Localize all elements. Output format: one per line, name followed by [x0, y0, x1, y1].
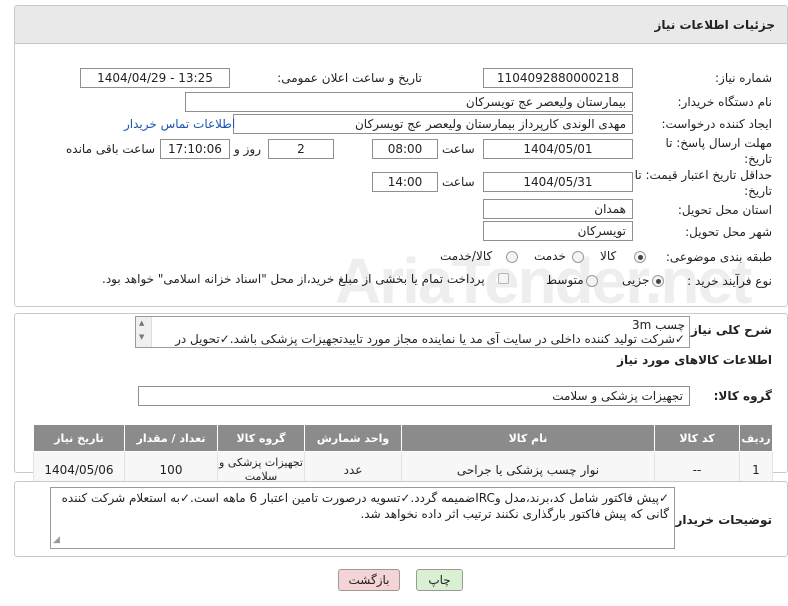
- goods-info-title: اطلاعات کالاهای مورد نیاز: [617, 353, 772, 367]
- print-button[interactable]: چاپ: [416, 569, 463, 591]
- requester-field: مهدی الوندی کارپرداز بیمارستان ولیعصر عج…: [233, 114, 633, 134]
- scroll-down-icon[interactable]: ▼: [139, 333, 144, 341]
- description-textarea[interactable]: ▲ ▼ چسب 3m ✓شرکت تولید کننده داخلی در سا…: [135, 316, 690, 348]
- description-label: شرح کلی نیاز:: [686, 323, 772, 337]
- requester-label: ایجاد کننده درخواست:: [661, 117, 772, 131]
- delivery-province-field: همدان: [483, 199, 633, 219]
- remaining-time-label: ساعت باقی مانده: [66, 142, 156, 156]
- category-option-goods-service: کالا/خدمت: [440, 249, 493, 263]
- treasury-payment-checkbox[interactable]: [498, 273, 509, 284]
- price-validity-time-label: ساعت: [442, 175, 475, 189]
- col-header-group: گروه کالا: [217, 424, 305, 452]
- days-label: روز و: [234, 142, 261, 156]
- category-radio-service[interactable]: [572, 251, 584, 263]
- description-line-1: چسب 3m: [631, 318, 685, 332]
- col-header-unit: واحد شمارش: [304, 424, 402, 452]
- buyer-notes-label: توضیحات خریدار:: [670, 513, 772, 527]
- announce-datetime-field: 1404/04/29 - 13:25: [80, 68, 230, 88]
- buyer-org-label: نام دستگاه خریدار:: [677, 95, 773, 109]
- delivery-province-label: استان محل تحویل:: [677, 203, 772, 217]
- reply-time-label: ساعت: [442, 142, 475, 156]
- col-header-name: نام کالا: [401, 424, 655, 452]
- table-header-row: ردیف کد کالا نام کالا واحد شمارش گروه کا…: [33, 424, 773, 452]
- resize-grip-icon[interactable]: ◢: [53, 532, 60, 548]
- panel-header: جزئیات اطلاعات نیاز: [15, 6, 787, 44]
- col-header-date: تاریخ نیاز: [33, 424, 125, 452]
- reply-deadline-label: مهلت ارسال پاسخ: تا تاریخ:: [665, 136, 772, 166]
- announce-datetime-label: تاریخ و ساعت اعلان عمومی:: [277, 71, 422, 85]
- price-validity-label: حداقل تاریخ اعتبار قیمت: تا تاریخ:: [634, 168, 772, 198]
- purchase-type-label: نوع فرآیند خرید :: [687, 274, 772, 288]
- category-option-goods: کالا: [600, 249, 617, 263]
- delivery-city-label: شهر محل تحویل:: [685, 225, 772, 239]
- items-table-wrap: ردیف کد کالا نام کالا واحد شمارش گروه کا…: [33, 424, 773, 489]
- textarea-scrollbar[interactable]: ▲ ▼: [136, 317, 152, 347]
- remaining-time-field: 17:10:06: [160, 139, 230, 159]
- purchase-radio-minor[interactable]: [652, 275, 664, 287]
- purchase-option-minor: جزیی: [622, 273, 650, 287]
- category-option-service: خدمت: [534, 249, 566, 263]
- description-line-2: ✓شرکت تولید کننده داخلی در سایت آی مد یا…: [175, 332, 685, 346]
- col-header-code: کد کالا: [654, 424, 740, 452]
- category-label: طبقه بندی موضوعی:: [665, 250, 772, 264]
- goods-group-label: گروه کالا:: [713, 389, 772, 403]
- delivery-city-field: تویسرکان: [483, 221, 633, 241]
- reply-time-field: 08:00: [372, 139, 438, 159]
- reply-date-field: 1404/05/01: [483, 139, 633, 159]
- items-table: ردیف کد کالا نام کالا واحد شمارش گروه کا…: [33, 424, 773, 489]
- price-validity-time-field: 14:00: [372, 172, 438, 192]
- category-radio-goods[interactable]: [634, 251, 646, 263]
- buyer-notes-text: ✓پیش فاکتور شامل کد،برند،مدل وIRCضمیمه گ…: [61, 491, 669, 521]
- category-radio-goods-service[interactable]: [506, 251, 518, 263]
- goods-group-field: تجهیزات پزشکی و سلامت: [138, 386, 690, 406]
- purchase-radio-medium[interactable]: [586, 275, 598, 287]
- need-number-label: شماره نیاز:: [715, 71, 772, 85]
- purchase-option-medium: متوسط: [546, 273, 584, 287]
- back-button[interactable]: بازگشت: [338, 569, 400, 591]
- reply-days-field: 2: [268, 139, 334, 159]
- price-validity-date-field: 1404/05/31: [483, 172, 633, 192]
- col-header-qty: تعداد / مقدار: [124, 424, 218, 452]
- buyer-org-field: بیمارستان ولیعصر عج تویسرکان: [185, 92, 633, 112]
- col-header-row-num: ردیف: [739, 424, 773, 452]
- need-number-field: 1104092880000218: [483, 68, 633, 88]
- buyer-notes-textarea[interactable]: ✓پیش فاکتور شامل کد،برند،مدل وIRCضمیمه گ…: [50, 487, 675, 549]
- buyer-contact-link[interactable]: اطلاعات تماس خریدار: [124, 117, 235, 131]
- panel-title: جزئیات اطلاعات نیاز: [654, 18, 775, 32]
- treasury-payment-note: پرداخت تمام یا بخشی از مبلغ خرید،از محل …: [102, 272, 485, 286]
- scroll-up-icon[interactable]: ▲: [139, 319, 144, 327]
